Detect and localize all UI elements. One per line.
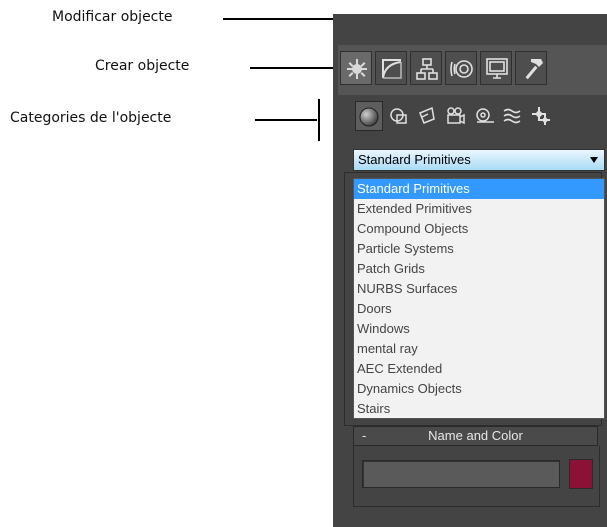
category-geometry[interactable] [355,101,383,131]
tape-helper-icon [476,108,494,123]
category-lights[interactable] [414,101,442,131]
light-icon [419,106,435,124]
leader-line-categories [255,119,317,121]
rollout-title: Name and Color [428,428,523,443]
list-item[interactable]: Extended Primitives [354,199,604,219]
display-icon [486,58,508,79]
object-type-list: Standard Primitives Extended Primitives … [353,178,605,419]
list-item[interactable]: Dynamics Objects [354,379,604,399]
list-item[interactable]: Patch Grids [354,259,604,279]
name-and-color-rollout-header[interactable]: - Name and Color [353,426,598,446]
camera-icon [447,107,465,125]
chevron-down-icon [590,157,598,163]
list-item[interactable]: NURBS Surfaces [354,279,604,299]
dropdown-selected-value: Standard Primitives [358,152,471,167]
annotation-modify-object: Modificar objecte [52,9,173,25]
list-item[interactable]: Standard Primitives [354,179,604,199]
motion-icon [450,60,473,78]
object-type-dropdown[interactable]: Standard Primitives [353,149,605,171]
object-color-swatch[interactable] [569,459,593,489]
category-shapes[interactable] [386,101,414,131]
create-icon [347,59,367,79]
tab-modify[interactable] [375,51,407,85]
object-name-field[interactable] [362,460,560,488]
category-cameras[interactable] [442,101,470,131]
annotation-create-object: Crear objecte [95,58,190,74]
sphere-icon [359,107,379,127]
shapes-icon [390,108,407,124]
list-item[interactable]: Particle Systems [354,239,604,259]
wave-icon [503,108,521,124]
tab-hierarchy[interactable] [410,51,442,85]
list-item[interactable]: Compound Objects [354,219,604,239]
category-space-warps[interactable] [500,101,528,131]
list-item[interactable]: Doors [354,299,604,319]
list-item[interactable]: mental ray [354,339,604,359]
category-systems[interactable] [528,101,556,131]
list-item[interactable]: AEC Extended [354,359,604,379]
annotation-object-categories: Categories de l'objecte [10,110,172,126]
tab-utilities[interactable] [515,51,547,85]
hierarchy-icon [416,58,438,80]
tab-motion[interactable] [445,51,477,85]
modify-icon [382,59,402,79]
leader-bracket-categories [318,99,320,141]
tab-create[interactable] [340,51,372,85]
gear-icon [532,107,550,125]
list-item[interactable]: Windows [354,319,604,339]
list-item[interactable]: Stairs [354,399,604,419]
tab-display[interactable] [480,51,512,85]
category-helpers[interactable] [472,101,500,131]
hammer-icon [525,59,543,80]
